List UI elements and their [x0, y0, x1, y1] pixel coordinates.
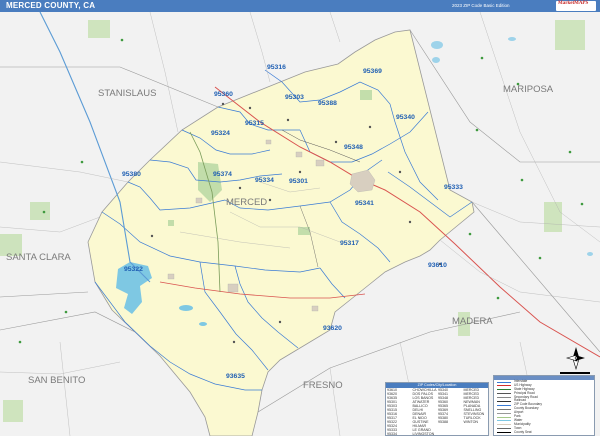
map-canvas[interactable]: STANISLAUS MARIPOSA MERCED SANTA CLARA M…	[0, 12, 600, 436]
zip-table-row: 95334 LIVINGSTON	[386, 432, 488, 436]
legend-label: County Seat	[514, 429, 532, 434]
zip-label: 95380	[122, 171, 141, 178]
map-frame: MERCED COUNTY, CA 2023 ZIP Code Basic Ed…	[0, 0, 600, 436]
zip-label: 95369	[363, 68, 382, 75]
zip-label: 95315	[245, 120, 264, 127]
county-label-merced: MERCED	[226, 197, 267, 208]
legend-swatch	[497, 393, 511, 395]
county-label-mariposa: MARIPOSA	[503, 84, 554, 95]
legend-swatch	[497, 400, 511, 402]
legend-swatch	[497, 416, 511, 418]
county-label-san-benito: SAN BENITO	[28, 375, 85, 386]
zip-table-cell: 95334	[387, 432, 397, 436]
zip-label: 95324	[211, 130, 230, 137]
scale-bar	[560, 372, 590, 374]
zip-label: 95388	[318, 100, 337, 107]
legend-swatch	[497, 389, 511, 391]
zip-code-table: ZIP Codes/City/Location 93610 CHOWCHILLA 9…	[385, 382, 489, 436]
zip-label: 95348	[344, 144, 363, 151]
legend-swatch	[497, 404, 511, 406]
county-label-santa-clara: SANTA CLARA	[6, 252, 71, 263]
zip-label: 95316	[267, 64, 286, 71]
zip-label: 95322	[124, 266, 143, 273]
zip-label: 95303	[285, 94, 304, 101]
edition-label: 2023 ZIP Code Basic Edition	[452, 3, 510, 8]
zip-label: 95341	[355, 200, 374, 207]
zip-table-cell: LIVINGSTON	[412, 432, 435, 436]
zip-label: 95374	[213, 171, 232, 178]
publisher-logo: MarketMAPS	[556, 1, 596, 11]
zip-table-cell	[463, 432, 489, 436]
zip-label: 95301	[289, 178, 308, 185]
legend-swatch	[497, 381, 511, 383]
legend-swatch	[497, 397, 511, 399]
county-label-stanislaus: STANISLAUS	[98, 88, 156, 99]
logo-text-1: MarketMAPS	[558, 1, 589, 6]
map-title: MERCED COUNTY, CA	[6, 1, 96, 10]
zip-label: 95317	[340, 240, 359, 247]
county-label-madera: MADERA	[452, 316, 493, 327]
map-legend: Interstate US Highway State Highway Princip…	[493, 375, 595, 436]
legend-item: County Seat	[494, 429, 594, 435]
legend-swatch	[497, 420, 511, 422]
zip-label: 95334	[255, 177, 274, 184]
legend-swatch	[497, 385, 511, 387]
legend-swatch	[497, 412, 511, 414]
zip-label: 95333	[444, 184, 463, 191]
north-arrow-icon	[565, 347, 585, 371]
zip-label: 93635	[226, 373, 245, 380]
legend-swatch	[497, 408, 511, 410]
title-bar: MERCED COUNTY, CA 2023 ZIP Code Basic Ed…	[0, 0, 600, 12]
legend-swatch	[497, 432, 511, 434]
zip-label: 93620	[323, 325, 342, 332]
zip-label: 95360	[214, 91, 233, 98]
zip-table-cell	[437, 432, 463, 436]
legend-swatch	[497, 424, 511, 426]
zip-label: 93610	[428, 262, 447, 269]
zip-label: 95340	[396, 114, 415, 121]
legend-swatch	[497, 428, 511, 430]
county-label-fresno: FRESNO	[303, 380, 343, 391]
